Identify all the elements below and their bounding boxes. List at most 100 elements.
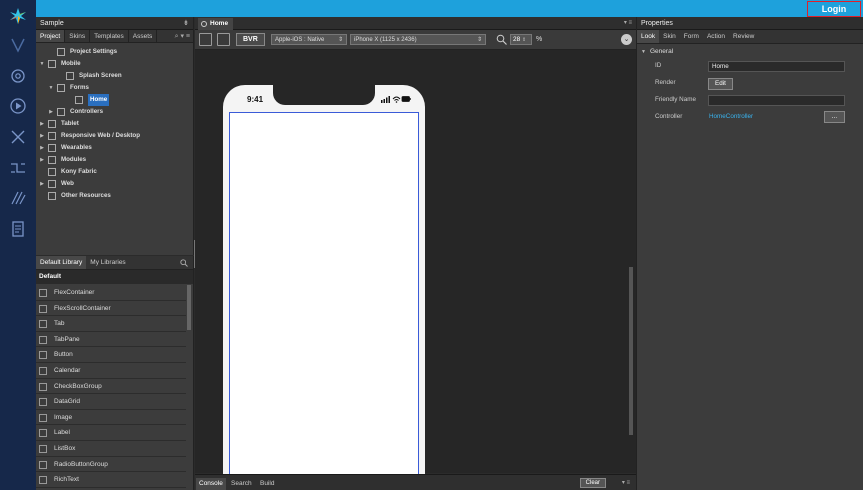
- widget-item[interactable]: FlexScrollContainer: [36, 301, 186, 317]
- library-scrollbar[interactable]: [187, 285, 191, 330]
- tree-item[interactable]: ▶ Wearables: [36, 142, 193, 154]
- canvas-scrollbar[interactable]: [629, 267, 633, 435]
- tree-item[interactable]: Home: [36, 94, 193, 106]
- login-button[interactable]: Login: [807, 1, 861, 17]
- tree-item[interactable]: Other Resources: [36, 190, 193, 202]
- tree-item[interactable]: ▼ Forms: [36, 82, 193, 94]
- tab-assets[interactable]: Assets: [129, 30, 158, 42]
- widget-item[interactable]: ListBox: [36, 441, 186, 457]
- triangle-right-icon[interactable]: ▶: [39, 178, 45, 190]
- triangle-right-icon[interactable]: ▶: [39, 154, 45, 166]
- triangle-down-icon[interactable]: ▼: [39, 58, 45, 70]
- bvr-button[interactable]: BVR: [236, 33, 265, 46]
- search-icon[interactable]: ⌕ ▾ ≡: [175, 30, 190, 43]
- tab-my-libraries[interactable]: My Libraries: [86, 256, 129, 269]
- tab-project[interactable]: Project: [36, 30, 66, 42]
- tab-search[interactable]: Search: [228, 478, 255, 490]
- zoom-input[interactable]: 28 ⇕: [510, 34, 532, 45]
- tools-icon[interactable]: [9, 128, 27, 146]
- tab-console[interactable]: Console: [196, 478, 226, 490]
- zoom-unit: %: [536, 36, 543, 43]
- vertical-icon[interactable]: [9, 36, 27, 54]
- tree-item[interactable]: Splash Screen: [36, 70, 193, 82]
- device-select[interactable]: iPhone X (1125 x 2436) ⇕: [350, 34, 486, 45]
- library-search-icon[interactable]: [180, 259, 188, 267]
- tree-item-label: Controllers: [70, 108, 104, 115]
- tree-item[interactable]: Kony Fabric: [36, 166, 193, 178]
- tree-item-label: Web: [61, 180, 74, 187]
- section-general[interactable]: ▼ General: [637, 46, 863, 58]
- triangle-down-icon[interactable]: ▼: [48, 82, 54, 94]
- form-canvas[interactable]: [229, 112, 419, 485]
- triangle-right-icon[interactable]: ▶: [39, 130, 45, 142]
- widget-item[interactable]: Button: [36, 347, 186, 363]
- device-view-icon[interactable]: [217, 33, 230, 46]
- tree-item[interactable]: Project Settings: [36, 46, 193, 58]
- friendly-name-field[interactable]: [708, 95, 845, 106]
- chevron-down-icon[interactable]: ⌄: [621, 34, 632, 45]
- widget-item[interactable]: RichText: [36, 472, 186, 488]
- platform-select[interactable]: Apple-iOS : Native ⇕: [271, 34, 347, 45]
- render-edit-button[interactable]: Edit: [708, 78, 733, 90]
- tree-item-label: Mobile: [61, 60, 81, 67]
- tree-item-label: Wearables: [61, 144, 92, 151]
- widget-icon: [39, 444, 47, 453]
- controller-link[interactable]: HomeController: [709, 113, 753, 120]
- tab-form[interactable]: Form: [680, 30, 703, 43]
- tree-item[interactable]: ▼ Mobile: [36, 58, 193, 70]
- triangle-right-icon[interactable]: ▶: [39, 118, 45, 130]
- widget-item[interactable]: DataGrid: [36, 394, 186, 410]
- widget-item[interactable]: FlexContainer: [36, 285, 186, 301]
- zoom-icon[interactable]: [496, 34, 507, 45]
- left-rail: [0, 0, 36, 490]
- pin-icon[interactable]: ⇟: [183, 17, 189, 30]
- mobile-icon: [48, 60, 56, 68]
- controller-label: Controller: [655, 113, 683, 120]
- folder-icon: [57, 84, 65, 92]
- widget-icon: [39, 413, 47, 422]
- menu-icon[interactable]: ▾ ≡: [624, 17, 632, 30]
- settings-icon[interactable]: [9, 67, 27, 85]
- document-icon[interactable]: [9, 220, 27, 238]
- triangle-right-icon[interactable]: ▶: [39, 142, 45, 154]
- tree-item[interactable]: ▶ Controllers: [36, 106, 193, 118]
- controller-more-button[interactable]: ...: [824, 111, 845, 123]
- tab-home-form[interactable]: Home: [198, 18, 234, 30]
- folder-icon: [57, 108, 65, 116]
- widget-item[interactable]: TabPane: [36, 332, 186, 348]
- canvas-tab-strip: Home ▾ ≡: [195, 17, 636, 30]
- canvas-tab-label: Home: [210, 20, 229, 27]
- image-view-icon[interactable]: [199, 33, 212, 46]
- tree-item-label: Tablet: [61, 120, 79, 127]
- menu-icon[interactable]: ▾ ≡: [622, 478, 630, 488]
- tree-item[interactable]: ▶ Web: [36, 178, 193, 190]
- play-icon[interactable]: [9, 97, 27, 115]
- console-bar: Console Search Build Clear ▾ ≡: [195, 474, 636, 490]
- tab-look[interactable]: Look: [637, 30, 660, 43]
- tab-build[interactable]: Build: [257, 478, 277, 490]
- id-field[interactable]: Home: [708, 61, 845, 72]
- tree-item[interactable]: ▶ Responsive Web / Desktop: [36, 130, 193, 142]
- tab-skins[interactable]: Skins: [65, 30, 91, 42]
- tab-skin[interactable]: Skin: [659, 30, 680, 43]
- tab-templates[interactable]: Templates: [90, 30, 129, 42]
- widget-item[interactable]: Tab: [36, 316, 186, 332]
- integration-icon[interactable]: [9, 159, 27, 177]
- widget-item[interactable]: Calendar: [36, 363, 186, 379]
- design-icon[interactable]: [9, 189, 27, 207]
- tree-item[interactable]: ▶ Modules: [36, 154, 193, 166]
- tab-action[interactable]: Action: [703, 30, 729, 43]
- brand-logo-icon[interactable]: [8, 6, 28, 26]
- tree-item[interactable]: ▶ Tablet: [36, 118, 193, 130]
- project-name: Sample: [40, 20, 64, 27]
- triangle-right-icon[interactable]: ▶: [48, 106, 54, 118]
- tab-review[interactable]: Review: [729, 30, 758, 43]
- splash-icon: [66, 72, 74, 80]
- widget-item[interactable]: Image: [36, 410, 186, 426]
- tab-default-library[interactable]: Default Library: [36, 256, 87, 269]
- widget-item[interactable]: RadioButtonGroup: [36, 457, 186, 473]
- widget-label: CheckBoxGroup: [54, 382, 102, 390]
- widget-item[interactable]: Label: [36, 425, 186, 441]
- clear-button[interactable]: Clear: [579, 478, 606, 488]
- widget-item[interactable]: CheckBoxGroup: [36, 379, 186, 395]
